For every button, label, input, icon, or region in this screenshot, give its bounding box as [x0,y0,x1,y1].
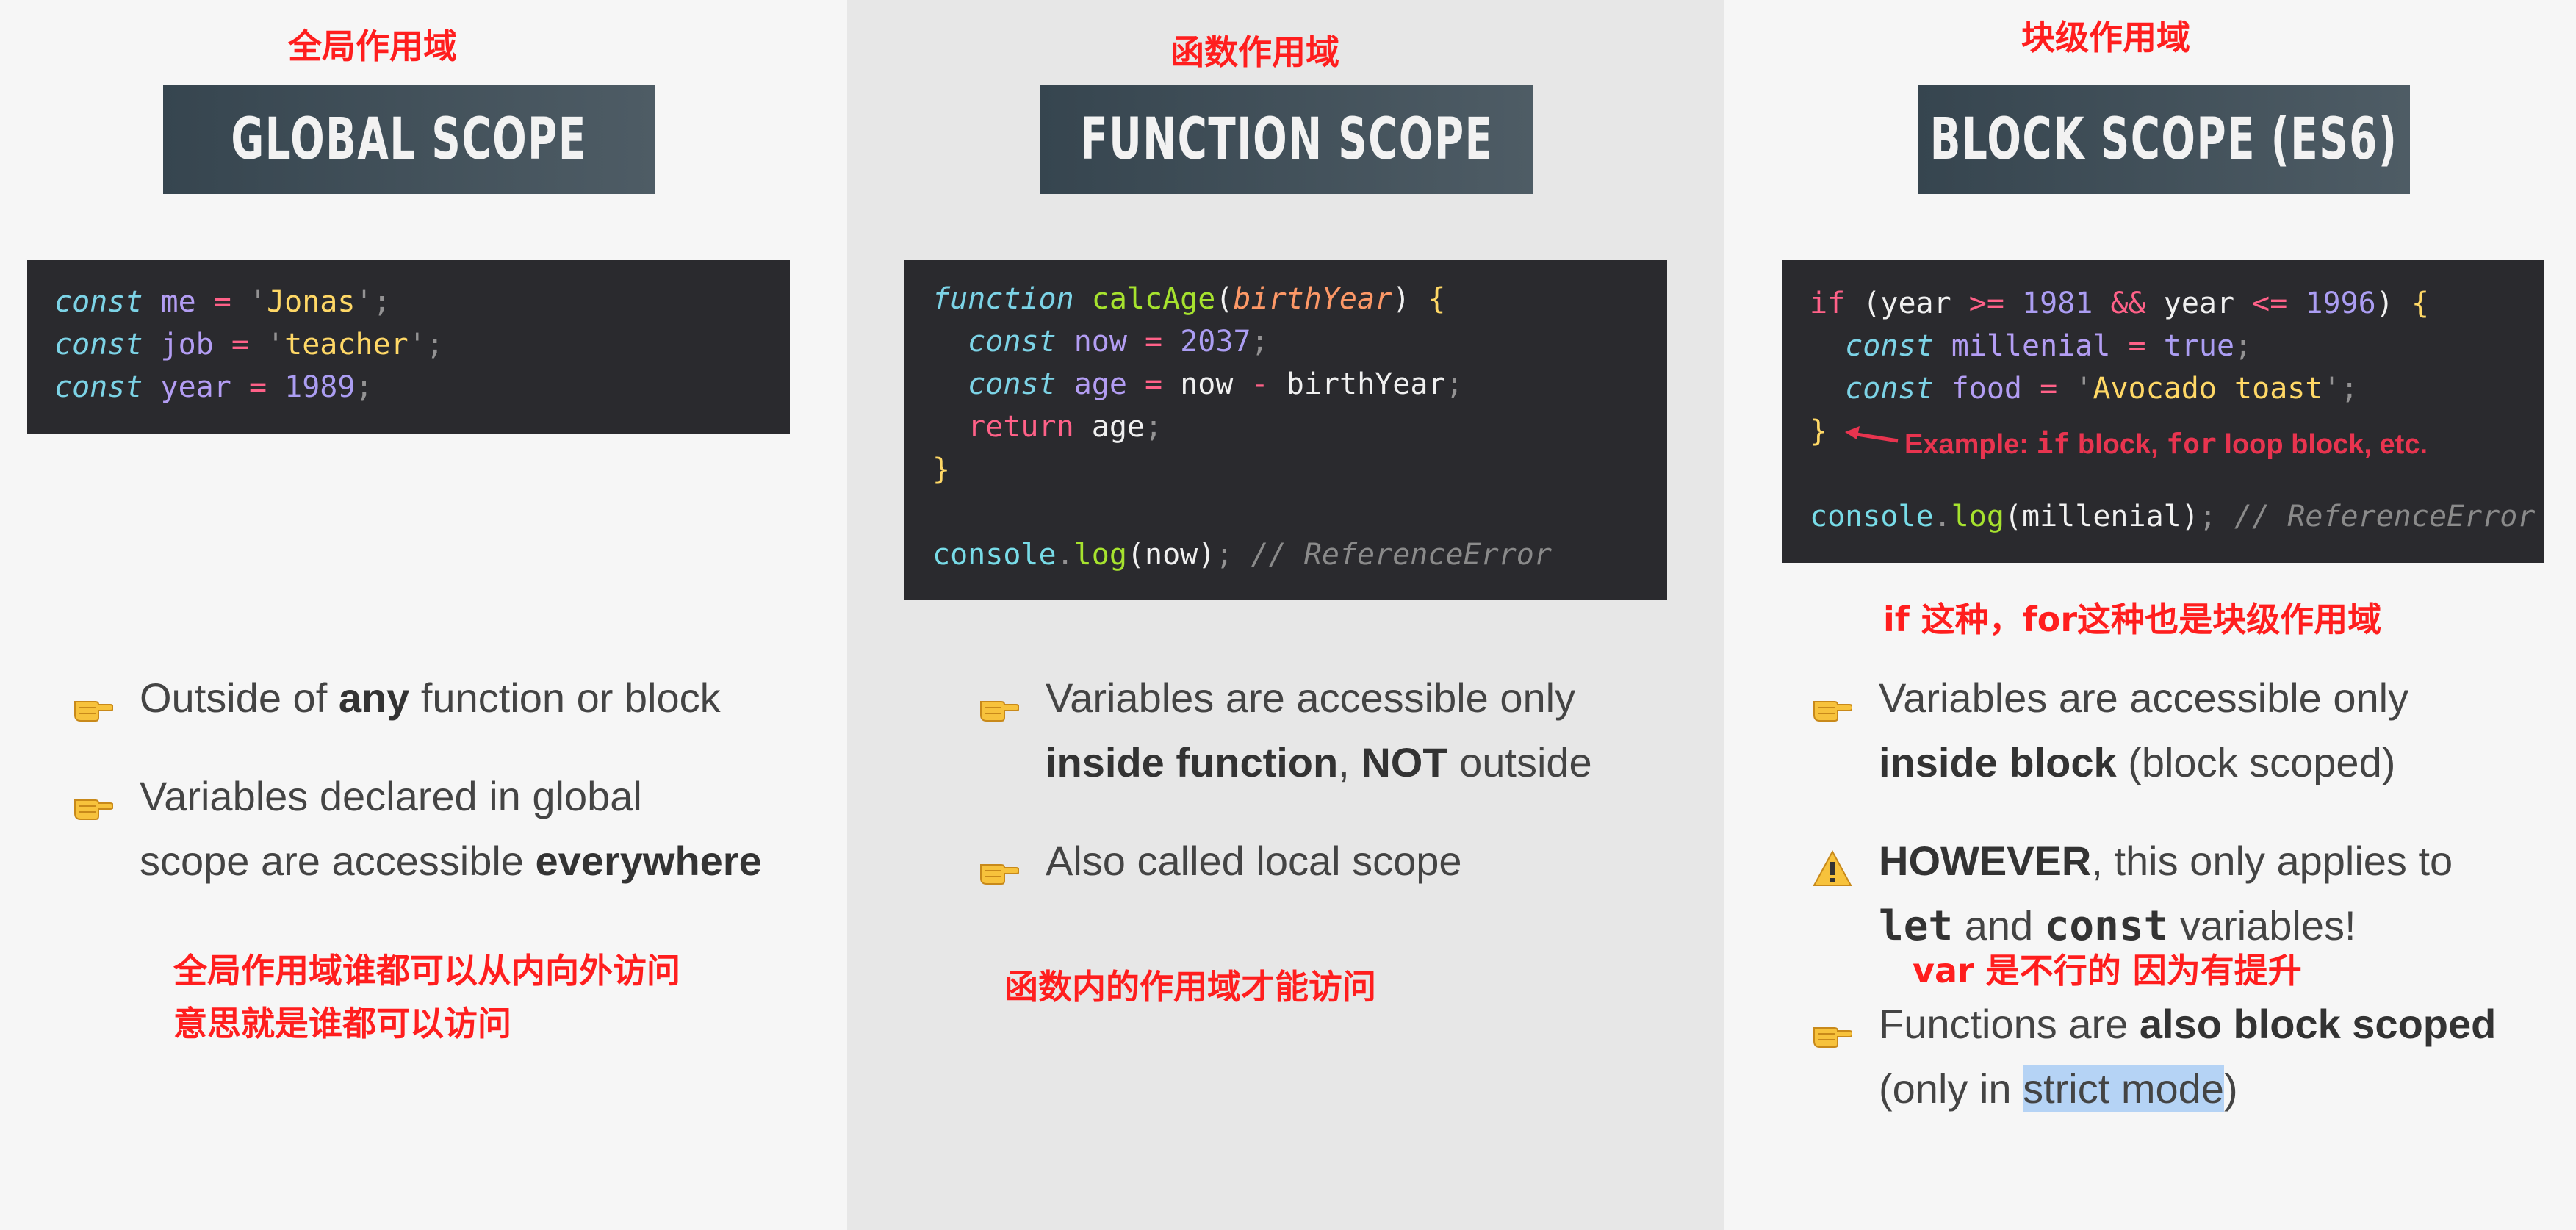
pointing-hand-icon [73,777,115,820]
function-scope-column: 函数作用域 FUNCTION SCOPE function calcAge(bi… [847,0,1724,1230]
bullet-item: HOWEVER, this only applies to let and con… [1813,829,2569,958]
global-scope-column: 全局作用域 GLOBAL SCOPE const me = 'Jonas'; c… [0,0,847,1230]
code-line: return age; [968,410,1163,444]
global-code-block: const me = 'Jonas'; const job = 'teacher… [27,260,790,434]
bullet-item: Variables declared in global scope are ac… [73,764,838,893]
function-scope-banner: FUNCTION SCOPE [1040,85,1533,194]
global-scope-cn-title: 全局作用域 [288,26,457,66]
pointing-hand-icon [73,679,115,722]
code-line: console.log(millenial); // ReferenceErro… [1810,500,2536,533]
pointing-hand-icon [1813,1005,1854,1048]
bullet-item: Outside of any function or block [73,666,838,730]
code-line: const age = now - birthYear; [968,367,1464,401]
global-scope-banner: GLOBAL SCOPE [163,85,655,194]
code-line: const job = 'teacher'; [54,328,444,362]
code-line: function calcAge(birthYear) { [932,282,1446,316]
banner-title: FUNCTION SCOPE [1079,107,1494,173]
block-scope-var-note: var 是不行的 因为有提升 [1913,951,2302,990]
code-line: const year = 1989; [54,370,373,404]
code-line: console.log(now); // ReferenceError [932,538,1552,572]
bullet-item: Also called local scope [979,829,1714,893]
function-scope-note: 函数内的作用域才能访问 [1004,967,1376,1007]
code-line: } [932,453,951,486]
pointing-hand-icon [1813,679,1854,722]
bullet-item: Variables are accessible only inside bloc… [1813,666,2569,795]
function-scope-cn-title: 函数作用域 [1170,32,1339,72]
bullet-item: Functions are also block scoped (only in … [1813,992,2569,1121]
code-line: const now = 2037; [968,325,1269,359]
global-scope-note-2: 意思就是谁都可以访问 [173,1004,511,1043]
code-line: const me = 'Jonas'; [54,285,391,319]
block-scope-banner: BLOCK SCOPE (ES6) [1918,85,2410,194]
function-code-block: function calcAge(birthYear) { const now … [904,260,1667,600]
code-line: const food = 'Avocado toast'; [1845,372,2359,406]
code-line: const millenial = true; [1845,329,2253,363]
example-annotation: Example: if block, for loop block, etc. [1904,428,2428,460]
banner-title: GLOBAL SCOPE [231,107,588,173]
red-arrow-icon [1842,422,1901,455]
bullet-item: Variables are accessible only inside func… [979,666,1714,795]
block-code-block: if (year >= 1981 && year <= 1996) { cons… [1782,260,2544,563]
block-scope-cn-title: 块级作用域 [2021,18,2190,57]
warning-icon [1813,842,1852,886]
code-line: if (year >= 1981 && year <= 1996) { [1810,287,2430,320]
global-scope-note-1: 全局作用域谁都可以从内向外访问 [173,951,680,990]
pointing-hand-icon [979,842,1021,885]
block-scope-if-note: if 这种，for这种也是块级作用域 [1883,600,2382,639]
pointing-hand-icon [979,679,1021,722]
banner-title: BLOCK SCOPE (ES6) [1929,107,2398,173]
block-scope-column: 块级作用域 BLOCK SCOPE (ES6) if (year >= 1981… [1724,0,2576,1230]
highlighted-text[interactable]: strict mode [2023,1065,2224,1112]
